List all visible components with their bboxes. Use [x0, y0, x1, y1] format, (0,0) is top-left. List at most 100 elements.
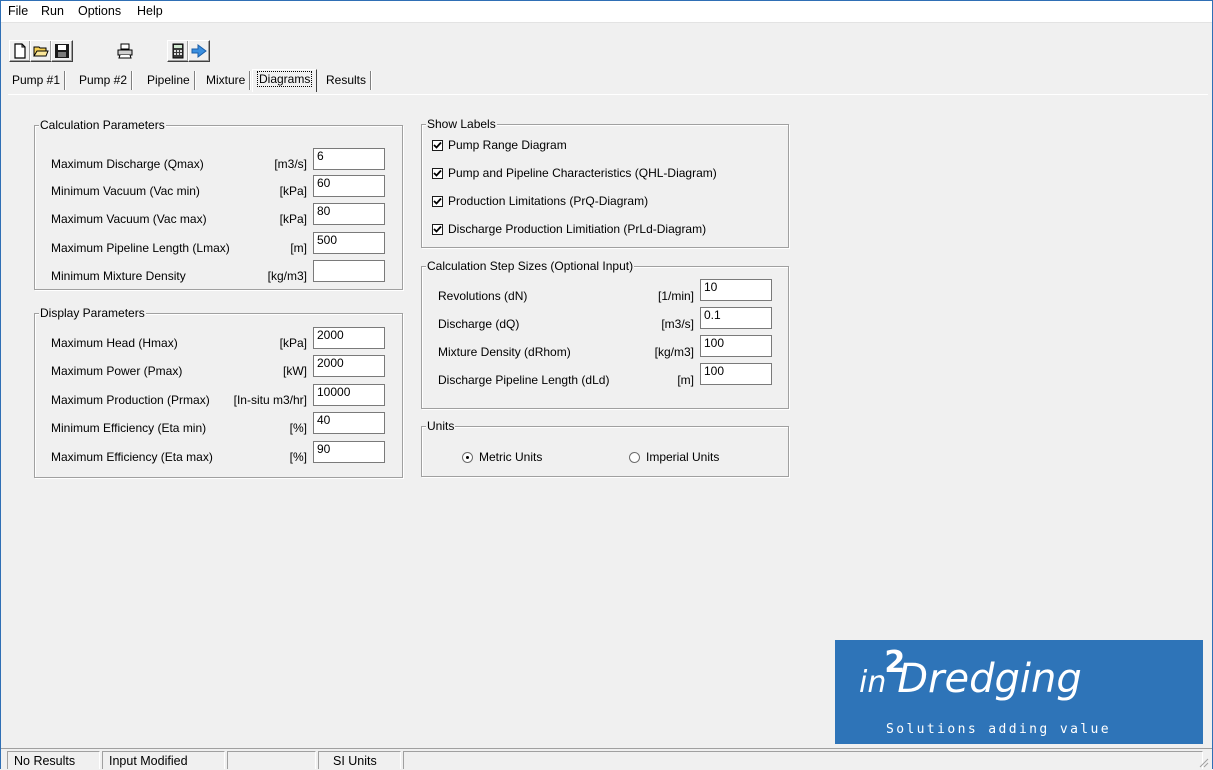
print-icon [117, 43, 133, 59]
calculator-icon [172, 43, 184, 59]
row-label: Maximum Power (Pmax) [51, 364, 183, 378]
checkmark-icon [433, 169, 442, 177]
unit-label: [kPa] [279, 336, 307, 350]
checkmark-icon [433, 225, 442, 233]
tab-mixture[interactable]: Mixture [202, 71, 251, 90]
display-parameters-group: Display Parameters Maximum Head (Hmax) [… [34, 306, 403, 478]
units-group: Units Metric Units Imperial Units [421, 419, 789, 477]
run-button[interactable] [188, 40, 210, 62]
min-vacuum-field[interactable]: 60 [313, 175, 385, 197]
tab-pump-1[interactable]: Pump #1 [8, 71, 66, 90]
max-production-field[interactable]: 10000 [313, 384, 385, 406]
unit-label: [m3/s] [274, 157, 307, 171]
unit-label: [kPa] [279, 184, 307, 198]
max-vacuum-field[interactable]: 80 [313, 203, 385, 225]
in2dredging-logo: in2Dredging Solutions adding value [835, 640, 1203, 744]
unit-label: [kg/m3] [267, 269, 307, 283]
unit-label: [1/min] [657, 289, 694, 303]
open-folder-icon [33, 46, 49, 57]
radio-selected-dot [466, 456, 469, 459]
imperial-units-radio[interactable] [629, 452, 640, 463]
prq-diagram-checkbox[interactable] [432, 196, 443, 207]
tab-diagrams[interactable]: Diagrams [252, 69, 318, 92]
max-discharge-field[interactable]: 6 [313, 148, 385, 170]
row-label: Mixture Density (dRhom) [438, 345, 571, 359]
logo-wordmark: in2Dredging [859, 645, 1082, 702]
row-label: Maximum Vacuum (Vac max) [51, 212, 207, 226]
group-title: Calculation Parameters [39, 118, 166, 132]
status-bar: No Results Input Modified SI Units [1, 748, 1212, 770]
metric-units-radio[interactable] [462, 452, 473, 463]
checkbox-label[interactable]: Discharge Production Limitiation (PrLd-D… [448, 222, 706, 236]
row-label: Revolutions (dN) [438, 289, 528, 303]
calculator-button[interactable] [167, 40, 189, 62]
unit-label: [m] [290, 241, 307, 255]
toolbar [1, 38, 1212, 68]
row-label: Discharge Pipeline Length (dLd) [438, 373, 610, 387]
open-button[interactable] [30, 40, 52, 62]
menu-options[interactable]: Options [78, 4, 121, 18]
calculation-parameters-group: Calculation Parameters Maximum Discharge… [34, 118, 403, 290]
row-label: Maximum Head (Hmax) [51, 336, 178, 350]
unit-label: [m] [677, 373, 694, 387]
radio-label[interactable]: Metric Units [479, 450, 542, 464]
max-efficiency-field[interactable]: 90 [313, 441, 385, 463]
max-power-field[interactable]: 2000 [313, 355, 385, 377]
tab-results[interactable]: Results [322, 71, 372, 90]
row-label: Minimum Vacuum (Vac min) [51, 184, 200, 198]
pump-range-diagram-checkbox[interactable] [432, 140, 443, 151]
save-button[interactable] [51, 40, 73, 62]
checkmark-icon [433, 197, 442, 205]
unit-label: [m3/s] [661, 317, 694, 331]
save-icon [55, 44, 69, 58]
run-arrow-icon [191, 44, 207, 58]
radio-label[interactable]: Imperial Units [646, 450, 719, 464]
mixture-density-step-field[interactable]: 100 [700, 335, 772, 357]
menu-help[interactable]: Help [137, 4, 163, 18]
row-label: Maximum Discharge (Qmax) [51, 157, 204, 171]
tab-page-divider [8, 94, 1208, 95]
row-label: Maximum Pipeline Length (Lmax) [51, 241, 230, 255]
min-efficiency-field[interactable]: 40 [313, 412, 385, 434]
status-empty-panel [227, 751, 316, 769]
group-title: Calculation Step Sizes (Optional Input) [426, 259, 635, 273]
tab-pump-2[interactable]: Pump #2 [75, 71, 133, 90]
resize-grip-icon[interactable] [1197, 756, 1209, 768]
qhl-diagram-checkbox[interactable] [432, 168, 443, 179]
max-pipeline-length-field[interactable]: 500 [313, 232, 385, 254]
revolutions-step-field[interactable]: 10 [700, 279, 772, 301]
unit-label: [%] [289, 450, 307, 464]
tab-pipeline[interactable]: Pipeline [143, 71, 195, 90]
max-head-field[interactable]: 2000 [313, 327, 385, 349]
checkmark-icon [433, 141, 442, 149]
print-button[interactable] [114, 40, 134, 60]
menu-file[interactable]: File [8, 4, 28, 18]
new-file-icon [14, 43, 26, 59]
status-input-modified: Input Modified [102, 751, 225, 769]
checkbox-label[interactable]: Production Limitations (PrQ-Diagram) [448, 194, 648, 208]
status-results: No Results [7, 751, 100, 769]
discharge-step-field[interactable]: 0.1 [700, 307, 772, 329]
menu-bar: File Run Options Help [1, 1, 1212, 23]
pipeline-length-step-field[interactable]: 100 [700, 363, 772, 385]
min-mixture-density-field[interactable] [313, 260, 385, 282]
status-units: SI Units [318, 751, 401, 769]
checkbox-label[interactable]: Pump Range Diagram [448, 138, 567, 152]
calculation-step-sizes-group: Calculation Step Sizes (Optional Input) … [421, 259, 789, 409]
group-title: Display Parameters [39, 306, 146, 320]
group-title: Show Labels [426, 117, 497, 131]
unit-label: [kW] [283, 364, 307, 378]
menu-run[interactable]: Run [41, 4, 64, 18]
unit-label: [%] [289, 421, 307, 435]
unit-label: [In-situ m3/hr] [233, 393, 307, 407]
logo-tagline: Solutions adding value [886, 722, 1111, 737]
row-label: Maximum Production (Prmax) [51, 393, 210, 407]
checkbox-label[interactable]: Pump and Pipeline Characteristics (QHL-D… [448, 166, 717, 180]
row-label: Discharge (dQ) [438, 317, 520, 331]
prld-diagram-checkbox[interactable] [432, 224, 443, 235]
group-title: Units [426, 419, 456, 433]
new-file-button[interactable] [9, 40, 31, 62]
row-label: Minimum Mixture Density [51, 269, 186, 283]
show-labels-group: Show Labels Pump Range Diagram Pump and … [421, 117, 789, 248]
unit-label: [kg/m3] [654, 345, 694, 359]
